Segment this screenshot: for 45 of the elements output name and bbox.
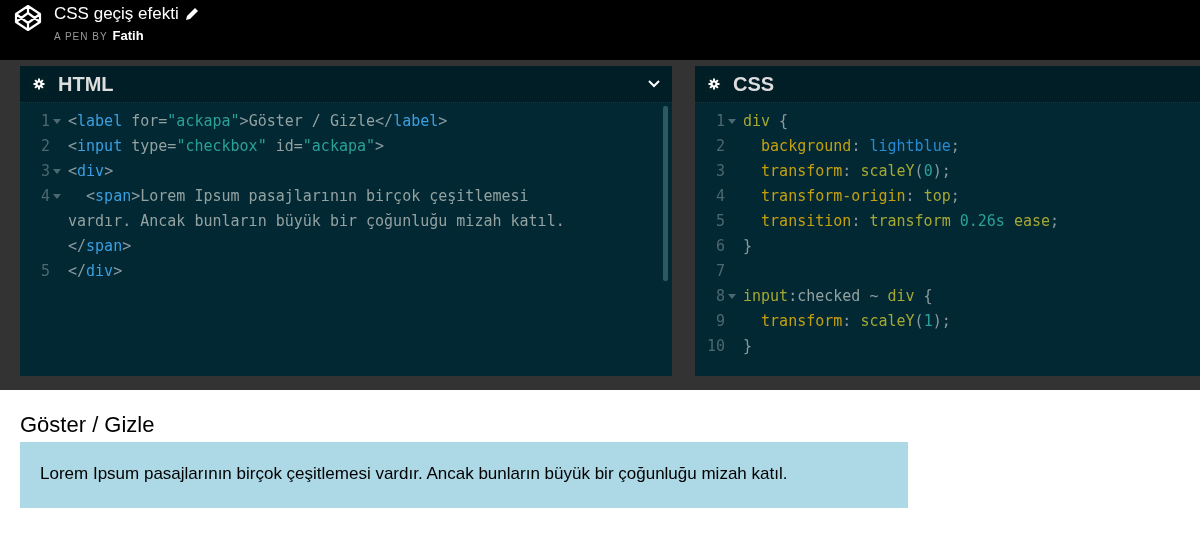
code-line: background: lightblue; [760, 136, 960, 157]
line-number: 2 [715, 136, 725, 157]
line-number: 10 [706, 336, 725, 357]
panel-text: Lorem Ipsum pasajlarının birçok çeşitlemesi vardır. Ancak bunların büyük bir çoğunluğu mizah katıl. [40, 464, 788, 483]
line-number: 5 [40, 261, 50, 282]
code-line: transform: scaleY(0); [760, 161, 951, 182]
code-line: <input type="checkbox" id="ackapa"> [68, 136, 385, 157]
fold-arrow-icon[interactable] [727, 119, 737, 125]
line-number: 5 [715, 211, 725, 232]
code-line: <label for="ackapa">Göster / Gizle</label> [68, 111, 448, 132]
code-line: transition: transform 0.26s ease; [760, 211, 1060, 232]
line-number: 9 [715, 311, 725, 332]
line-number: 8 [715, 286, 725, 307]
code-line: </div> [68, 261, 123, 282]
toggle-label[interactable]: Göster / Gizle [20, 412, 1180, 438]
fold-arrow-icon[interactable] [52, 119, 62, 125]
line-number: 1 [40, 111, 50, 132]
line-number: 4 [715, 186, 725, 207]
pencil-icon[interactable] [184, 7, 199, 21]
line-number: 2 [40, 136, 50, 157]
fold-arrow-icon[interactable] [52, 194, 62, 200]
pen-title: CSS geçiş efekti [54, 4, 179, 24]
fold-arrow-icon[interactable] [727, 294, 737, 300]
line-number: 7 [715, 261, 725, 282]
code-line: <span>Lorem Ipsum pasajlarının birçok çeşitlemesi vardır. Ancak bunların büyük bir çoğunluğu mizah katıl. </span> [68, 186, 565, 257]
author-name[interactable]: Fatih [112, 28, 144, 43]
code-line: } [743, 336, 753, 357]
chevron-down-button[interactable] [648, 80, 660, 88]
line-number: 3 [40, 161, 50, 182]
fold-arrow-icon[interactable] [52, 169, 62, 175]
code-line: } [743, 236, 753, 257]
line-number: 1 [715, 111, 725, 132]
code-line: transform: scaleY(1); [760, 311, 951, 332]
editor-title: HTML [58, 72, 115, 96]
code-line: transform-origin: top; [760, 186, 960, 207]
line-number: 4 [40, 186, 50, 207]
code-line: div { [743, 111, 789, 132]
line-number: 3 [715, 161, 725, 182]
codepen-logo-icon[interactable] [14, 4, 42, 32]
scrollbar[interactable] [663, 106, 668, 281]
code-line: input:checked ~ div { [743, 286, 933, 307]
code-line: <div> [68, 161, 114, 182]
line-number: 6 [715, 236, 725, 257]
byline: A PEN BY [54, 31, 108, 42]
editor-title: CSS [733, 72, 776, 96]
